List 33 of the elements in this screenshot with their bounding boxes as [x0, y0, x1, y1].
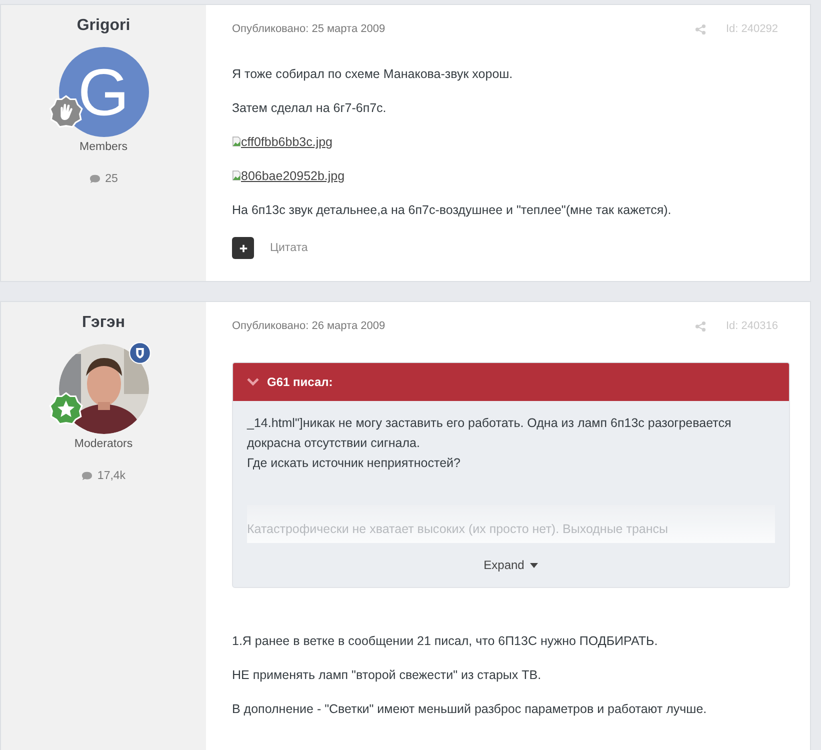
post-text: 1.Я ранее в ветке в сообщении 21 писал, что 6П13С нужно ПОДБИРАТЬ. — [232, 633, 659, 650]
broken-image-icon — [232, 170, 241, 181]
broken-image-icon — [232, 136, 241, 147]
post-count: 25 — [105, 173, 118, 185]
expand-button[interactable]: Expand — [480, 553, 542, 577]
post-count: 17,4k — [97, 470, 126, 482]
avatar[interactable]: G — [58, 47, 148, 137]
post-text: В дополнение - "Светки" имеют меньший разброс параметров и работают лучше. — [232, 701, 708, 718]
post-text: Затем сделал на 6г7-6п7с. — [232, 100, 388, 117]
quote-author: G61 писал: — [267, 375, 333, 389]
post-date: Опубликовано: 25 марта 2009 — [232, 23, 386, 35]
quote-text: _14.html"]никак не могу заставить его работать. Одна из ламп 6п13с разогревается докрасна отсутствии сигнала. — [247, 415, 732, 452]
author-name[interactable]: Grigori — [76, 17, 130, 35]
share-icon[interactable] — [695, 320, 706, 332]
comment-icon — [81, 471, 94, 481]
plus-icon — [238, 244, 248, 252]
author-name[interactable]: Гэгэн — [82, 314, 126, 332]
multiquote-button[interactable] — [232, 237, 254, 259]
quote-button[interactable]: Цитата — [270, 242, 308, 254]
user-group: Members — [80, 141, 128, 153]
post-text: На 6п13с звук детальнее,а на 6п7с-воздушнее и "теплее"(мне так кажется). — [232, 202, 672, 219]
quote-text: Катастрофически не хватает высоких (их просто нет). Выходные трансы — [247, 522, 668, 536]
caret-icon — [530, 562, 538, 568]
image-link[interactable]: 806bae20952b.jpg — [232, 169, 345, 183]
chevron-icon[interactable] — [247, 378, 259, 386]
post-text: Я тоже собирал по схеме Манакова-звук хорош. — [232, 66, 514, 83]
post-date: Опубликовано: 26 марта 2009 — [232, 320, 386, 332]
post-text: НЕ применять ламп "второй свежести" из старых ТВ. — [232, 667, 542, 684]
comment-icon — [89, 174, 102, 184]
user-group: Moderators — [74, 438, 133, 450]
quote-text: Где искать источник неприятностей? — [247, 455, 462, 472]
image-link[interactable]: cff0fbb6bb3c.jpg — [232, 135, 333, 149]
share-icon[interactable] — [695, 24, 706, 34]
